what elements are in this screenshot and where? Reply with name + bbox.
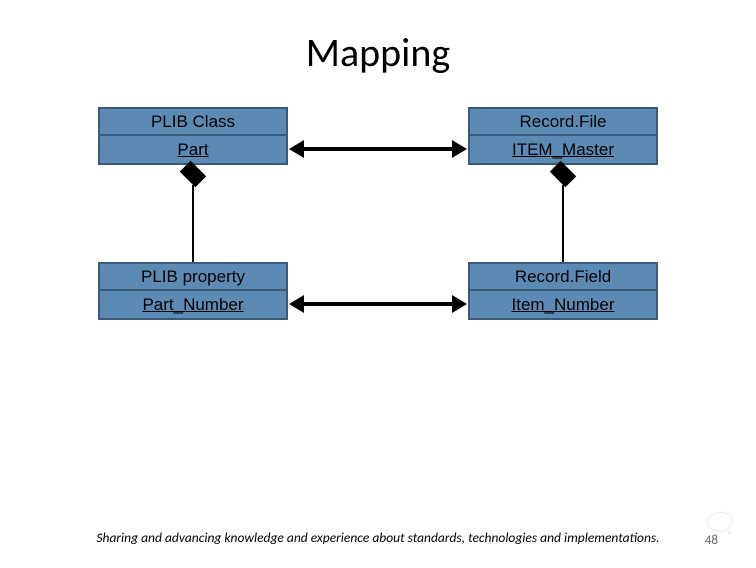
footer-text: Sharing and advancing knowledge and expe…: [0, 529, 756, 546]
uml-diagram: PLIB Class Part Record.File ITEM_Master …: [98, 107, 658, 407]
box-instance: Part_Number: [100, 291, 286, 318]
box-instance: Item_Number: [470, 291, 656, 318]
box-instance: ITEM_Master: [470, 136, 656, 163]
box-plib-class: PLIB Class Part: [98, 107, 288, 165]
box-record-file: Record.File ITEM_Master: [468, 107, 658, 165]
slide-title: Mapping: [0, 28, 756, 77]
box-record-field: Record.Field Item_Number: [468, 262, 658, 320]
box-header: Record.File: [470, 109, 656, 136]
mapping-arrow-icon: [303, 302, 453, 306]
composition-connector-icon: [562, 185, 564, 262]
mapping-arrow-icon: [303, 147, 453, 151]
box-header: Record.Field: [470, 264, 656, 291]
box-header: PLIB property: [100, 264, 286, 291]
box-instance: Part: [100, 136, 286, 163]
box-header: PLIB Class: [100, 109, 286, 136]
composition-connector-icon: [192, 185, 194, 262]
page-number: 48: [705, 533, 718, 548]
box-plib-property: PLIB property Part_Number: [98, 262, 288, 320]
